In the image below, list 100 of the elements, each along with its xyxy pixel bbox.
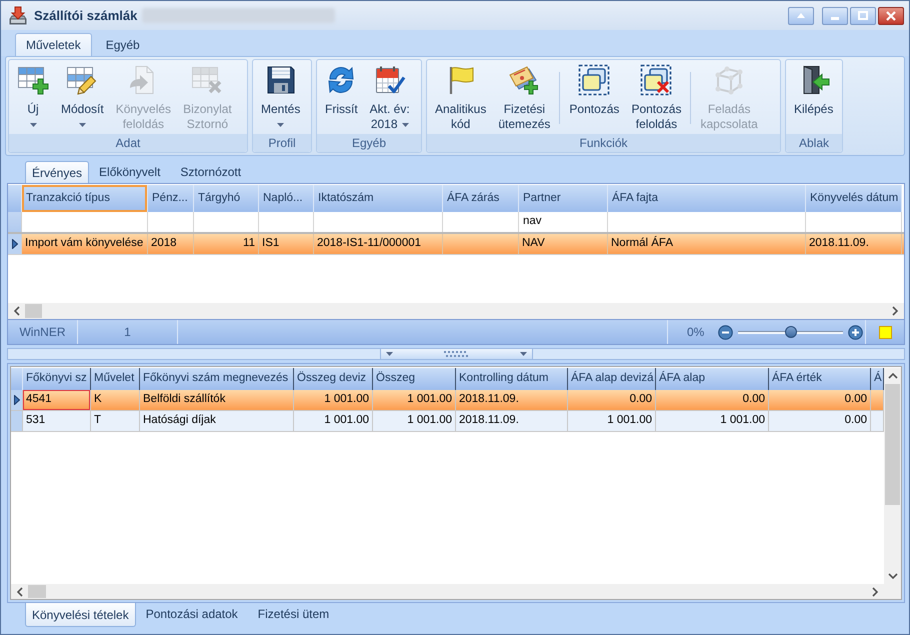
ribbon-button[interactable]: Frissít xyxy=(320,62,363,117)
splitter-handle[interactable] xyxy=(380,349,532,359)
row-pointer-icon xyxy=(14,395,20,405)
splitter-bar[interactable] xyxy=(7,348,905,360)
slider-thumb[interactable] xyxy=(784,326,797,338)
scrollbar-thumb[interactable] xyxy=(885,384,900,505)
detail-tab[interactable]: Pontozási adatok xyxy=(136,603,248,625)
scroll-left-icon[interactable] xyxy=(14,306,20,316)
close-button[interactable] xyxy=(878,6,904,24)
caret-down-icon xyxy=(386,352,392,356)
table-cell: NAV xyxy=(519,234,608,254)
column-header[interactable]: Tranzakció típus xyxy=(22,185,148,212)
column-header[interactable]: ÁFA zárás xyxy=(443,185,519,212)
ribbon-button[interactable]: Pontozás feloldás xyxy=(626,62,686,132)
column-header[interactable]: ÁFA alap xyxy=(656,368,769,390)
scroll-up-icon[interactable] xyxy=(888,373,898,379)
tray-arrow-icon xyxy=(8,6,28,26)
table-cell: 2018-IS1-11/000001 xyxy=(314,234,443,254)
table-cell: 11 xyxy=(194,234,259,254)
row-indicator xyxy=(11,411,23,431)
ribbon-button[interactable]: Pontozás xyxy=(564,62,624,117)
caret-down-icon xyxy=(277,123,284,127)
table-cell: 0.00 xyxy=(656,390,769,410)
column-header[interactable]: Művelet xyxy=(91,368,140,390)
window-title: Szállítói számlák xyxy=(34,6,138,25)
table-row[interactable]: Import vám könyvelése 2018 11 IS1 2018-IS1-11/000001 NAV Normál ÁFA 2018.11.09. xyxy=(8,234,904,255)
minimize-icon xyxy=(831,16,839,20)
column-header[interactable]: ÁFA fajta xyxy=(608,185,806,212)
ribbon-tab[interactable]: Egyéb xyxy=(92,33,154,56)
maximize-icon xyxy=(858,11,868,20)
grid-x-icon xyxy=(191,64,224,96)
column-header[interactable]: Iktatószám xyxy=(314,185,443,212)
scroll-left-icon[interactable] xyxy=(17,586,23,596)
status-square-icon xyxy=(878,326,892,338)
ribbon-button[interactable]: Fizetési ütemezés xyxy=(493,62,556,132)
zoom-out-icon[interactable] xyxy=(718,324,734,340)
window-stack-x-icon xyxy=(640,64,672,96)
detail-tab[interactable]: Fizetési ütem xyxy=(248,603,340,625)
record-tab[interactable]: Sztornózott xyxy=(170,161,252,183)
ribbon-button[interactable]: Akt. év: 2018 xyxy=(364,62,415,132)
ribbon-button[interactable]: Új xyxy=(12,62,54,127)
vertical-scrollbar[interactable] xyxy=(884,368,901,584)
zoom-in-icon[interactable] xyxy=(848,324,864,340)
grid-plus-icon xyxy=(17,64,49,96)
table-cell: 0.00 xyxy=(568,390,656,410)
minimize-button[interactable] xyxy=(822,6,848,24)
table-cell: K xyxy=(91,390,140,410)
column-header[interactable]: Főkönyvi szám megnevezés xyxy=(140,368,294,390)
table-cell: 2018.11.09. xyxy=(456,411,568,431)
table-cell: 4541 xyxy=(23,390,91,410)
ribbon-button[interactable]: Mentés xyxy=(256,62,306,127)
record-tab[interactable]: Érvényes xyxy=(25,161,90,183)
column-header[interactable]: Főkönyvi sz xyxy=(23,368,91,390)
scrollbar-thumb[interactable] xyxy=(28,585,46,598)
column-header[interactable]: Kontrolling dátum xyxy=(456,368,568,390)
zoom-reading: 0% xyxy=(687,324,704,341)
table-row[interactable]: 531 T Hatósági díjak 1 001.00 1 001.00 2018.11.09. 1 001.00 1 001.00 0.00 xyxy=(11,411,884,432)
caret-down-icon xyxy=(520,352,526,356)
header-corner xyxy=(8,185,22,212)
scrollbar-thumb[interactable] xyxy=(25,304,42,318)
scroll-down-icon[interactable] xyxy=(888,573,898,579)
caret-down-icon xyxy=(402,122,409,127)
column-header[interactable]: ÁFA érték xyxy=(769,368,871,390)
zoom-slider[interactable] xyxy=(738,326,844,338)
filter-field[interactable]: nav xyxy=(519,212,608,232)
horizontal-scrollbar[interactable] xyxy=(11,584,901,599)
horizontal-scrollbar[interactable] xyxy=(8,303,904,319)
ribbon-button[interactable]: Analitikus kód xyxy=(430,62,492,132)
column-header[interactable]: Tárgyhó xyxy=(194,185,259,212)
column-header[interactable]: ÁFA alap devizá xyxy=(568,368,656,390)
column-header[interactable]: Összeg deviz xyxy=(294,368,373,390)
ribbon-button[interactable]: Módosít xyxy=(56,62,109,127)
scroll-right-icon[interactable] xyxy=(892,306,898,316)
ribbon-button[interactable]: Kilépés xyxy=(789,62,838,117)
column-header[interactable]: Á xyxy=(871,368,884,390)
collapse-ribbon-button[interactable] xyxy=(788,6,814,24)
record-tab[interactable]: Előkönyvelt xyxy=(89,161,170,183)
caret-down-icon xyxy=(78,123,86,127)
group-label: Ablak xyxy=(786,134,842,152)
table-row[interactable]: 4541 K Belföldi szállítók 1 001.00 1 001.00 2018.11.09. 0.00 0.00 0.00 xyxy=(11,390,884,411)
grip-dots-icon xyxy=(444,351,468,357)
table-cell: 1 001.00 xyxy=(294,390,373,410)
ribbon-tab[interactable]: Műveletek xyxy=(15,33,92,56)
table-cell: 0.00 xyxy=(769,390,871,410)
column-header[interactable]: Könyvelés dátum xyxy=(806,185,902,212)
group-label: Egyéb xyxy=(317,134,421,152)
row-indicator xyxy=(8,212,22,232)
column-header[interactable]: Partner xyxy=(519,185,608,212)
table-cell: T xyxy=(91,411,140,431)
table-cell: IS1 xyxy=(259,234,314,254)
table-cell: 531 xyxy=(23,411,91,431)
group-label: Profil xyxy=(253,134,311,152)
column-header[interactable]: Pénz... xyxy=(148,185,194,212)
column-header[interactable]: Összeg xyxy=(373,368,456,390)
scroll-right-icon[interactable] xyxy=(872,586,878,596)
column-header[interactable]: Napló... xyxy=(259,185,314,212)
table-cell: 1 001.00 xyxy=(373,411,456,431)
table-cell: 2018.11.09. xyxy=(806,234,902,254)
table-cell: Import vám könyvelése xyxy=(22,234,148,254)
detail-tab[interactable]: Könyvelési tételek xyxy=(25,603,136,627)
